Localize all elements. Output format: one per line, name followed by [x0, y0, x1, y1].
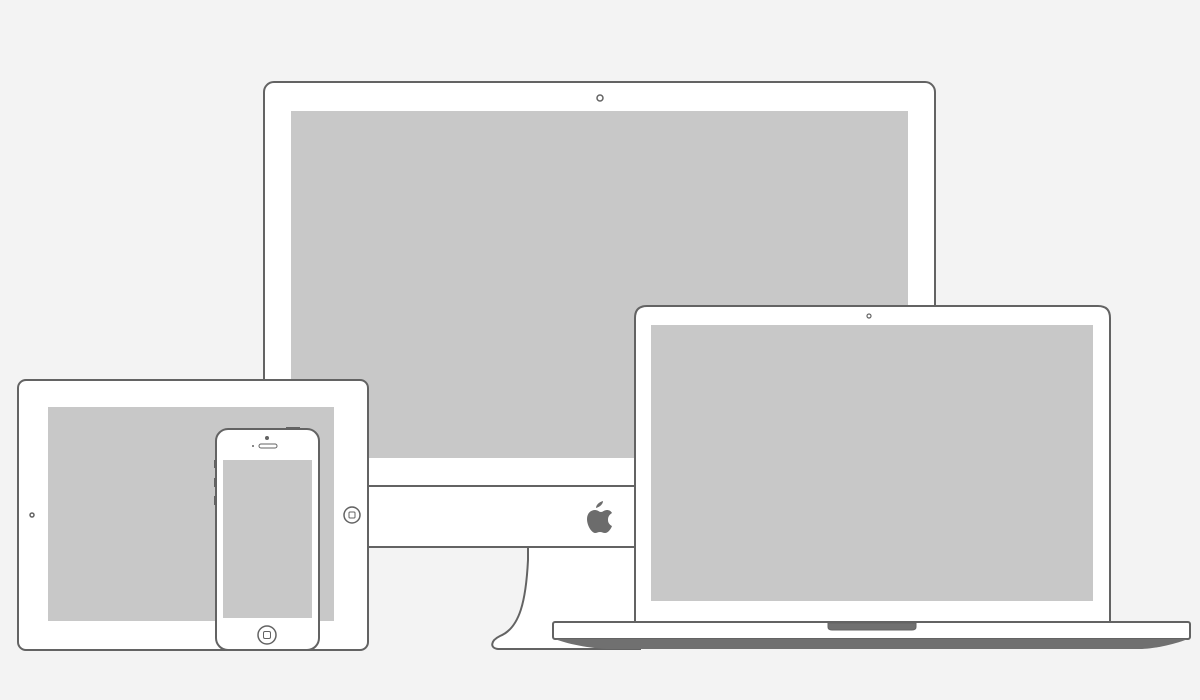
phone-screen — [223, 460, 312, 618]
laptop — [552, 305, 1191, 649]
proximity-sensor — [252, 445, 254, 447]
camera-icon — [265, 436, 269, 440]
home-button-icon[interactable] — [343, 506, 361, 524]
laptop-screen — [651, 325, 1093, 601]
device-mockup-scene — [17, 81, 1191, 651]
laptop-underside — [555, 639, 1188, 649]
laptop-notch — [827, 622, 917, 631]
smartphone — [214, 427, 320, 651]
home-button-icon[interactable] — [257, 625, 277, 645]
